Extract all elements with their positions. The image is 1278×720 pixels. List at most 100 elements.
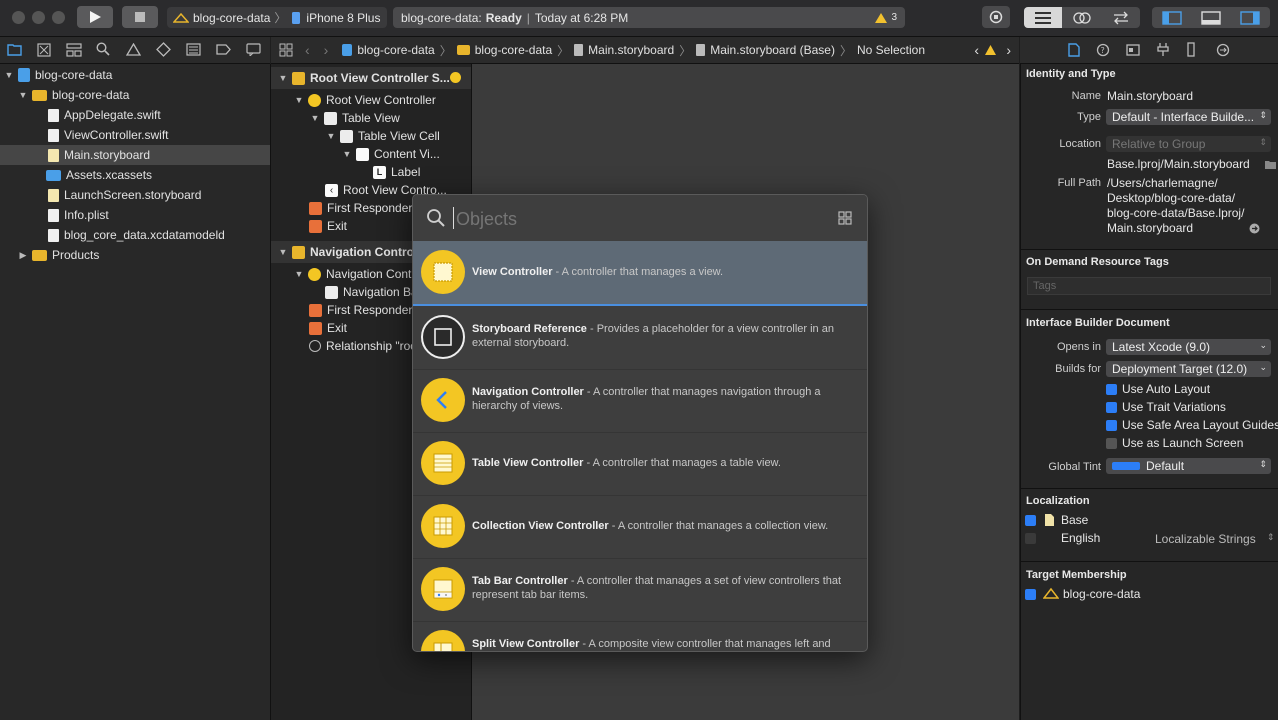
project-navigator-icon[interactable] (7, 43, 22, 56)
disclosure-open-icon[interactable]: ▼ (277, 247, 289, 257)
navigator-item-infoplist[interactable]: Info.plist (0, 205, 270, 225)
navigator-item-datamodel[interactable]: blog_core_data.xcdatamodeld (0, 225, 270, 245)
navigator-item-main-storyboard[interactable]: Main.storyboard (0, 145, 270, 165)
library-button[interactable] (982, 6, 1010, 28)
next-issue-icon[interactable]: › (1006, 42, 1011, 58)
navigator-item-group[interactable]: ▼ blog-core-data (0, 85, 270, 105)
warning-icon[interactable] (984, 44, 997, 56)
library-item-view-controller[interactable]: View Controller - A controller that mana… (413, 241, 867, 306)
navigator-item-appdelegate[interactable]: AppDelegate.swift (0, 105, 270, 125)
panel-toggle-segmented (1152, 7, 1270, 28)
folder-icon (32, 249, 47, 261)
library-item-storyboard-reference[interactable]: Storyboard Reference - Provides a placeh… (413, 306, 867, 370)
opens-in-popup[interactable]: Latest Xcode (9.0) ⌄ (1106, 339, 1271, 355)
outline-item-label: Exit (327, 219, 348, 233)
disclosure-closed-icon[interactable]: ▶ (17, 250, 29, 261)
navigator-item-project[interactable]: ▼ blog-core-data (0, 65, 270, 85)
outline-item[interactable]: ▼ Content Vi... (271, 145, 471, 163)
disclosure-open-icon[interactable]: ▼ (3, 70, 15, 80)
name-value[interactable]: Main.storyboard (1107, 89, 1193, 103)
report-navigator-icon[interactable] (246, 43, 261, 56)
disclosure-open-icon[interactable]: ▼ (17, 90, 29, 100)
outline-scene-root[interactable]: ▼ Root View Controller S... (271, 67, 471, 89)
outline-item[interactable]: ▼ Table View Cell (271, 127, 471, 145)
zoom-window-button[interactable] (52, 11, 65, 24)
run-button[interactable] (77, 6, 113, 28)
english-localization-checkbox[interactable] (1025, 533, 1036, 544)
disclosure-open-icon[interactable]: ▼ (277, 73, 289, 83)
disclosure-open-icon[interactable]: ▼ (293, 95, 305, 105)
grid-view-icon[interactable] (838, 211, 852, 225)
standard-editor-button[interactable] (1024, 7, 1062, 28)
breadcrumb-item[interactable]: blog-core-data (357, 43, 434, 57)
toggle-navigator-button[interactable] (1162, 11, 1182, 28)
library-item-split-view-controller[interactable]: Split View Controller - A composite view… (413, 621, 867, 651)
assistant-editor-button[interactable] (1063, 7, 1101, 28)
attributes-inspector-icon[interactable] (1156, 42, 1170, 57)
table-view-controller-icon (421, 441, 465, 485)
previous-issue-icon[interactable]: ‹ (974, 42, 979, 58)
base-localization-checkbox[interactable] (1025, 515, 1036, 526)
breadcrumb-item[interactable]: Main.storyboard (Base) (710, 43, 835, 57)
navigator-item-assets[interactable]: Assets.xcassets (0, 165, 270, 185)
breadcrumb-item[interactable]: blog-core-data (475, 43, 552, 57)
updown-chevron-icon: ⇕ (1267, 532, 1275, 542)
location-popup[interactable]: Relative to Group ⇕ (1106, 136, 1271, 152)
trait-variations-checkbox[interactable] (1106, 402, 1117, 413)
localizable-strings-popup[interactable]: Localizable Strings (1155, 532, 1256, 546)
reveal-arrow-icon[interactable] (1249, 223, 1260, 234)
quick-help-icon[interactable]: ? (1096, 43, 1110, 57)
builds-for-popup[interactable]: Deployment Target (12.0) ⌄ (1106, 361, 1271, 377)
version-editor-button[interactable] (1102, 7, 1140, 28)
library-search-input[interactable] (454, 205, 818, 233)
library-item-navigation-controller[interactable]: Navigation Controller - A controller tha… (413, 369, 867, 433)
global-tint-popup[interactable]: Default ⇕ (1106, 458, 1271, 474)
outline-item[interactable]: ▼ Table View (271, 109, 471, 127)
outline-item[interactable]: ▼ Root View Controller (271, 91, 471, 109)
minimize-window-button[interactable] (32, 11, 45, 24)
outline-item[interactable]: L Label (271, 163, 471, 181)
toggle-inspector-button[interactable] (1240, 11, 1260, 28)
navigator-item-products[interactable]: ▶ Products (0, 245, 270, 265)
toggle-debug-button[interactable] (1201, 11, 1221, 28)
file-inspector-icon[interactable] (1068, 43, 1080, 57)
launch-screen-checkbox[interactable] (1106, 438, 1117, 449)
disclosure-open-icon[interactable]: ▼ (309, 113, 321, 123)
disclosure-open-icon[interactable]: ▼ (325, 131, 337, 141)
related-items-icon[interactable] (279, 43, 293, 57)
forward-arrow-icon[interactable]: › (324, 42, 329, 58)
target-membership-checkbox[interactable] (1025, 589, 1036, 600)
safe-area-checkbox[interactable] (1106, 420, 1117, 431)
source-control-icon[interactable] (37, 43, 51, 57)
issue-navigator-icon[interactable] (126, 43, 141, 56)
disclosure-open-icon[interactable]: ▼ (341, 149, 353, 159)
scheme-selector[interactable]: blog-core-data 〉 iPhone 8 Plus (167, 7, 387, 28)
identity-inspector-icon[interactable] (1126, 43, 1140, 57)
debug-navigator-icon[interactable] (186, 43, 201, 56)
library-item-collection-view-controller[interactable]: Collection View Controller - A controlle… (413, 495, 867, 559)
back-arrow-icon[interactable]: ‹ (305, 42, 310, 58)
warnings-indicator[interactable]: 3 (874, 12, 897, 24)
stop-button[interactable] (122, 6, 158, 28)
breadcrumb-item[interactable]: No Selection (857, 43, 925, 57)
iphone-icon (292, 11, 301, 24)
disclosure-open-icon[interactable]: ▼ (293, 269, 305, 279)
symbol-navigator-icon[interactable] (66, 43, 82, 57)
folder-reveal-icon[interactable] (1264, 159, 1277, 170)
navigator-item-viewcontroller[interactable]: ViewController.swift (0, 125, 270, 145)
close-window-button[interactable] (12, 11, 25, 24)
find-navigator-icon[interactable] (96, 42, 110, 56)
size-inspector-icon[interactable] (1186, 42, 1196, 57)
breadcrumb-item[interactable]: Main.storyboard (588, 43, 674, 57)
test-navigator-icon[interactable] (156, 42, 171, 57)
tags-field[interactable]: Tags (1027, 277, 1271, 295)
navigator-item-launchscreen[interactable]: LaunchScreen.storyboard (0, 185, 270, 205)
base-localization-label: Base (1061, 513, 1089, 527)
breakpoint-navigator-icon[interactable] (216, 43, 231, 56)
auto-layout-checkbox[interactable] (1106, 384, 1117, 395)
library-item-table-view-controller[interactable]: Table View Controller - A controller tha… (413, 432, 867, 496)
library-item-tab-bar-controller[interactable]: Tab Bar Controller - A controller that m… (413, 558, 867, 622)
type-popup[interactable]: Default - Interface Builde... ⇕ (1106, 109, 1271, 125)
exit-icon (309, 219, 322, 233)
connections-inspector-icon[interactable] (1216, 43, 1230, 57)
